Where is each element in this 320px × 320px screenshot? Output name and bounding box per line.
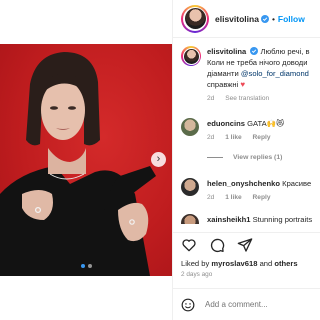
comment-item: helen_onyshchenko Красиве 2d 1 like Repl… [181, 178, 320, 203]
divider [207, 157, 223, 158]
share-icon[interactable] [237, 237, 253, 253]
comment-text: Красиве [282, 179, 312, 188]
post-actions [173, 232, 320, 256]
verified-icon [250, 47, 259, 55]
likes-user-link[interactable]: myroslav618 [211, 259, 257, 268]
caption-time: 2d [207, 95, 215, 102]
follow-button[interactable]: Follow [278, 14, 305, 24]
author-avatar[interactable] [181, 4, 209, 33]
heart-icon[interactable] [181, 237, 197, 253]
caption-line: справжні [207, 80, 239, 89]
carousel-dot [87, 264, 92, 268]
caption-mention[interactable]: @solo_for_diamond [241, 69, 309, 78]
post-photo-panel: › [0, 0, 172, 320]
caption: elisvitolina Люблю речі, в Коли не треба… [181, 46, 320, 104]
likes-joiner: and [259, 259, 273, 268]
caption-text: Люблю речі, в [260, 47, 310, 56]
heart-emoji-icon: ♥ [240, 80, 246, 89]
comment-avatar[interactable] [181, 118, 199, 136]
likes-others-link[interactable]: others [274, 259, 297, 268]
post-timestamp: 2 days ago [181, 271, 213, 278]
see-translation-link[interactable]: See translation [225, 95, 269, 102]
comment-username[interactable]: xainsheikh1 [207, 215, 250, 224]
comment-icon[interactable] [209, 237, 225, 253]
view-replies-button[interactable]: View replies (1) [207, 154, 282, 161]
comment-item: xainsheikh1 Stunning portraits [181, 214, 320, 224]
comment-likes[interactable]: 1 like [225, 134, 242, 141]
portrait-illustration [0, 52, 156, 276]
post-header: elisvitolina • Follow [173, 0, 320, 38]
comment-time: 2d [207, 134, 215, 141]
add-comment-input[interactable] [205, 300, 305, 309]
caption-line: Коли не треба нічого доводи [207, 58, 308, 67]
comments-list[interactable]: elisvitolina Люблю речі, в Коли не треба… [173, 38, 320, 224]
comment-item: eduoncins GATA🙌😻 2d 1 like Reply [181, 118, 320, 143]
caption-username[interactable]: elisvitolina [207, 47, 246, 56]
comment-likes[interactable]: 1 like [225, 194, 242, 201]
reply-button[interactable]: Reply [253, 194, 271, 201]
carousel-dot-active [80, 264, 85, 268]
view-replies-label: View replies (1) [233, 154, 283, 161]
likes-prefix: Liked by [181, 259, 210, 268]
author-username[interactable]: elisvitolina [215, 14, 259, 24]
caption-line: діаманти [207, 69, 239, 78]
chevron-right-icon: › [156, 153, 161, 165]
verified-icon [260, 14, 269, 23]
header-separator: • [271, 13, 275, 24]
likes-summary: Liked by myroslav618 and others [181, 259, 298, 268]
emoji-icon[interactable] [181, 298, 195, 312]
comment-text: Stunning portraits [252, 215, 313, 224]
add-comment-bar [173, 288, 320, 320]
comment-avatar[interactable] [181, 178, 199, 196]
caption-avatar[interactable] [181, 46, 201, 66]
comment-text: GATA🙌😻 [247, 119, 285, 128]
post-side-panel: elisvitolina • Follow elisvitolina Люблю… [172, 0, 320, 320]
reply-button[interactable]: Reply [253, 134, 271, 141]
carousel-dots [0, 264, 172, 268]
comment-avatar[interactable] [181, 214, 199, 224]
comment-username[interactable]: helen_onyshchenko [207, 179, 280, 188]
comment-username[interactable]: eduoncins [207, 119, 245, 128]
post-image[interactable] [0, 44, 172, 276]
comment-time: 2d [207, 194, 215, 201]
carousel-next-button[interactable]: › [151, 152, 166, 167]
